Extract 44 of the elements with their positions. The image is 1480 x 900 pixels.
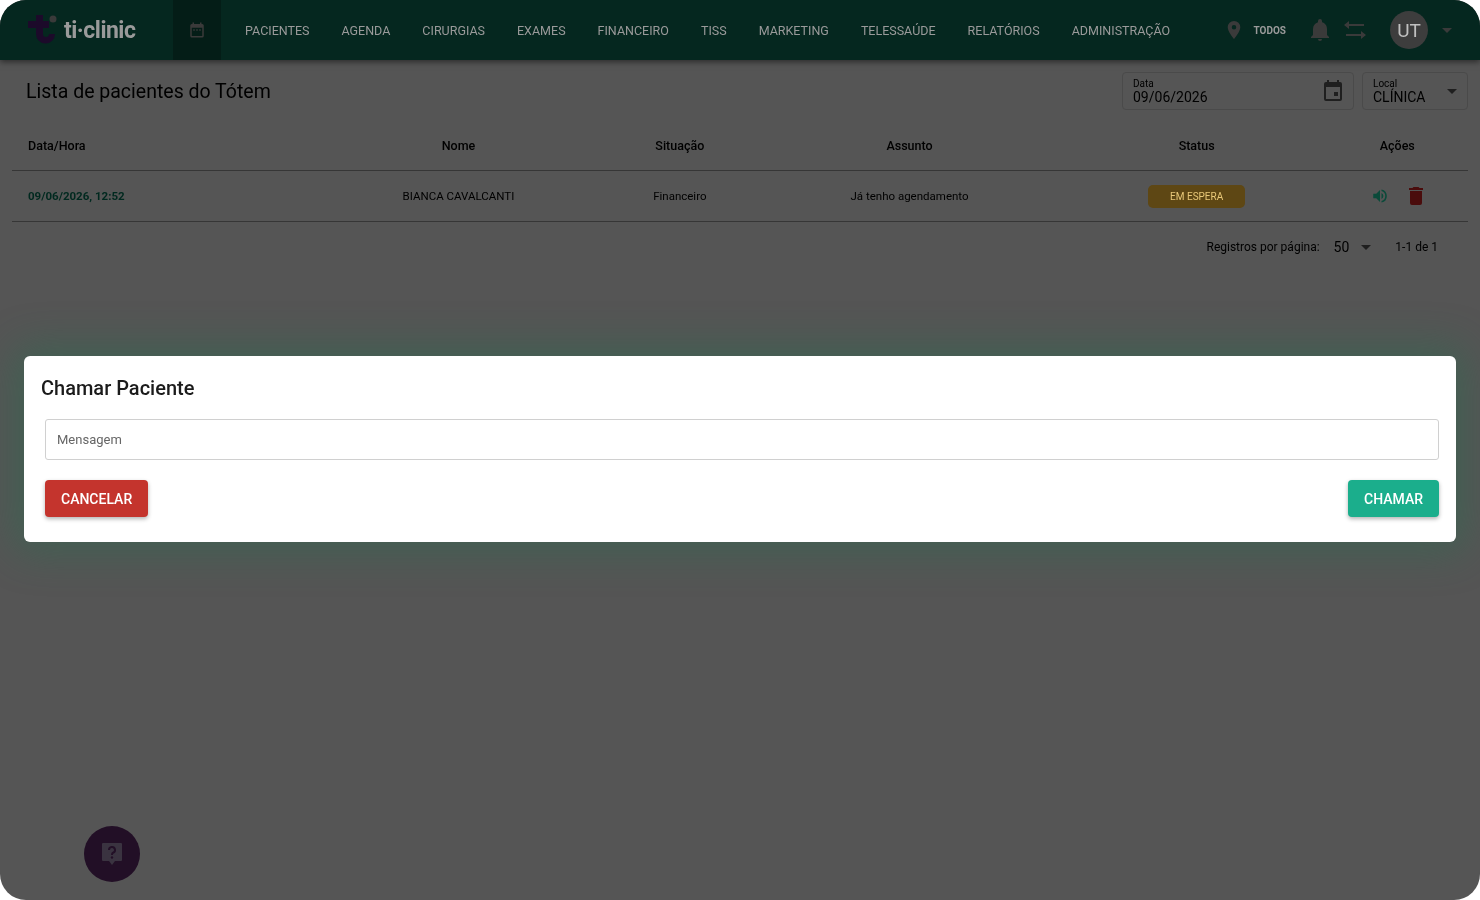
location-filter[interactable]: TODOS	[1253, 24, 1286, 36]
nav-item[interactable]: MARKETING	[742, 0, 845, 60]
notification-bell-icon[interactable]	[1310, 19, 1330, 41]
column-header: Status	[1066, 120, 1327, 171]
caret-icon	[1447, 88, 1457, 94]
nav-item[interactable]: RELATÓRIOS	[951, 0, 1056, 60]
table-cell: 09/06/2026, 12:52	[12, 170, 310, 222]
logo-icon	[26, 14, 58, 46]
column-header: Situação	[607, 120, 753, 171]
column-header: Nome	[309, 120, 608, 171]
nav-item[interactable]: EXAMES	[501, 0, 582, 60]
help-button[interactable]	[84, 826, 140, 882]
nav-item[interactable]: TISS	[684, 0, 743, 60]
nav-item[interactable]: CIRURGIAS	[406, 0, 501, 60]
table-cell: BIANCA CAVALCANTI	[309, 170, 608, 222]
calendar-button[interactable]	[173, 0, 221, 60]
swap-arrows-icon[interactable]	[1344, 21, 1366, 39]
nav-item[interactable]: FINANCEIRO	[581, 0, 685, 60]
trash-icon[interactable]	[1409, 187, 1424, 205]
rows-per-page-label: Registros por página:	[1206, 240, 1320, 254]
column-header: Ações	[1326, 120, 1468, 171]
dialog-title: Chamar Paciente	[41, 376, 195, 400]
calendar-icon	[188, 21, 206, 39]
caret-icon	[1361, 244, 1372, 250]
column-header: Data/Hora	[12, 120, 310, 171]
status-badge: EM ESPERA	[1148, 184, 1246, 208]
nav-item[interactable]: AGENDA	[325, 0, 407, 60]
caret-icon[interactable]	[1442, 27, 1452, 33]
brand-name: ti·clinic	[64, 16, 136, 44]
column-header: Assunto	[752, 120, 1067, 171]
nav-item[interactable]: ADMINISTRAÇÃO	[1055, 0, 1187, 60]
speaker-icon[interactable]	[1371, 187, 1390, 205]
user-avatar[interactable]: UT	[1390, 11, 1428, 49]
message-field[interactable]: Mensagem	[45, 419, 1439, 460]
table-cell: Já tenho agendamento	[752, 170, 1067, 222]
location-pin-icon	[1227, 21, 1242, 39]
nav-item[interactable]: TELESSAÚDE	[844, 0, 952, 60]
help-bubble-icon	[102, 843, 122, 865]
nav-item[interactable]: PACIENTES	[229, 0, 326, 60]
table-cell: Financeiro	[607, 170, 753, 222]
page-title: Lista de pacientes do Tótem	[25, 79, 272, 103]
page-range: 1-1 de 1	[1395, 240, 1438, 254]
cancel-button[interactable]: CANCELAR	[45, 480, 149, 517]
calendar-icon[interactable]	[1323, 80, 1343, 102]
